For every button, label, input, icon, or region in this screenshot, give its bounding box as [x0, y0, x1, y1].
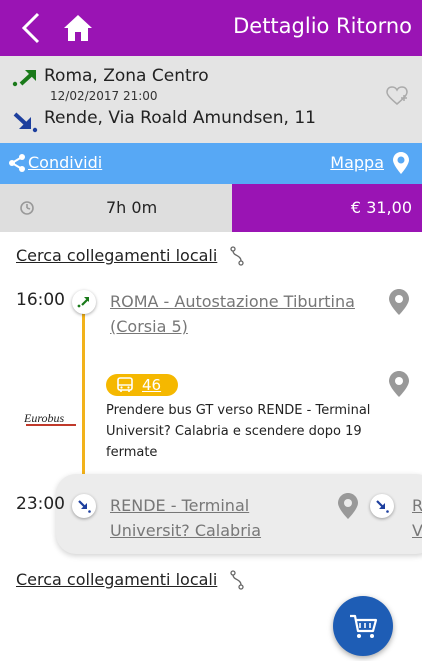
route-summary: Roma, Zona Centro 12/02/2017 21:00 Rende… — [0, 56, 422, 143]
bus-icon — [117, 377, 133, 392]
departure-stop-line1[interactable]: ROMA - Autostazione Tiburtina — [110, 290, 355, 314]
next-segment-dot[interactable] — [370, 494, 394, 518]
operator-logo: Eurobus — [24, 411, 76, 426]
ride-instruction: Prendere bus GT verso RENDE - Terminal U… — [106, 403, 371, 460]
local-connections-link-bottom[interactable]: Cerca collegamenti locali — [16, 570, 217, 589]
arrival-arrow-icon — [13, 112, 38, 133]
arrival-pin-icon[interactable] — [337, 492, 359, 520]
trip-price: € 31,00 — [350, 198, 412, 217]
departure-time: 16:00 — [16, 290, 65, 310]
cart-icon — [350, 614, 378, 638]
departure-datetime: 12/02/2017 21:00 — [50, 89, 158, 103]
app-header: Dettaglio Ritorno — [0, 0, 422, 56]
map-pin-icon[interactable] — [392, 151, 410, 175]
trip-price-box[interactable]: € 31,00 — [232, 184, 422, 232]
next-arrow-small-icon — [376, 500, 389, 513]
map-link[interactable]: Mappa — [330, 153, 384, 172]
trip-duration: 7h 0m — [106, 198, 158, 217]
route-link-icon — [230, 570, 244, 590]
stop-pin-icon[interactable] — [388, 288, 410, 316]
home-icon[interactable] — [62, 12, 94, 44]
local-connections-link-top[interactable]: Cerca collegamenti locali — [16, 246, 217, 265]
ride-pin-icon[interactable] — [388, 370, 410, 398]
share-icon[interactable] — [8, 154, 26, 172]
bus-line-badge[interactable]: 46 — [106, 374, 178, 396]
clock-icon — [20, 201, 34, 215]
arrival-dot — [72, 494, 96, 518]
heart-plus-icon[interactable] — [386, 86, 408, 106]
page-title: Dettaglio Ritorno — [233, 14, 412, 38]
bus-line-number: 46 — [142, 376, 162, 394]
share-link[interactable]: Condividi — [28, 153, 102, 172]
share-bar: Condividi Mappa — [0, 143, 422, 184]
arrival-time: 23:00 — [16, 494, 65, 514]
departure-arrow-small-icon — [77, 297, 89, 308]
arrival-stop-line2[interactable]: Universit? Calabria — [110, 519, 261, 543]
timeline-line — [82, 312, 85, 500]
origin-label: Roma, Zona Centro — [44, 66, 209, 86]
next-stop-partial-1[interactable]: R — [412, 494, 422, 518]
trip-summary-bar: 7h 0m € 31,00 — [0, 184, 422, 232]
cart-button[interactable] — [333, 596, 393, 656]
destination-label: Rende, Via Roald Amundsen, 11 — [44, 108, 316, 128]
next-stop-partial-2[interactable]: V — [412, 519, 422, 543]
route-link-icon — [230, 246, 244, 266]
departure-dot — [72, 290, 96, 314]
chevron-left-icon[interactable] — [14, 10, 48, 46]
arrival-stop-line1[interactable]: RENDE - Terminal — [110, 494, 249, 518]
departure-arrow-icon — [12, 70, 36, 87]
svg-text:Eurobus: Eurobus — [24, 411, 65, 425]
arrival-arrow-small-icon — [78, 500, 91, 513]
departure-stop-line2[interactable]: (Corsia 5) — [110, 315, 188, 339]
